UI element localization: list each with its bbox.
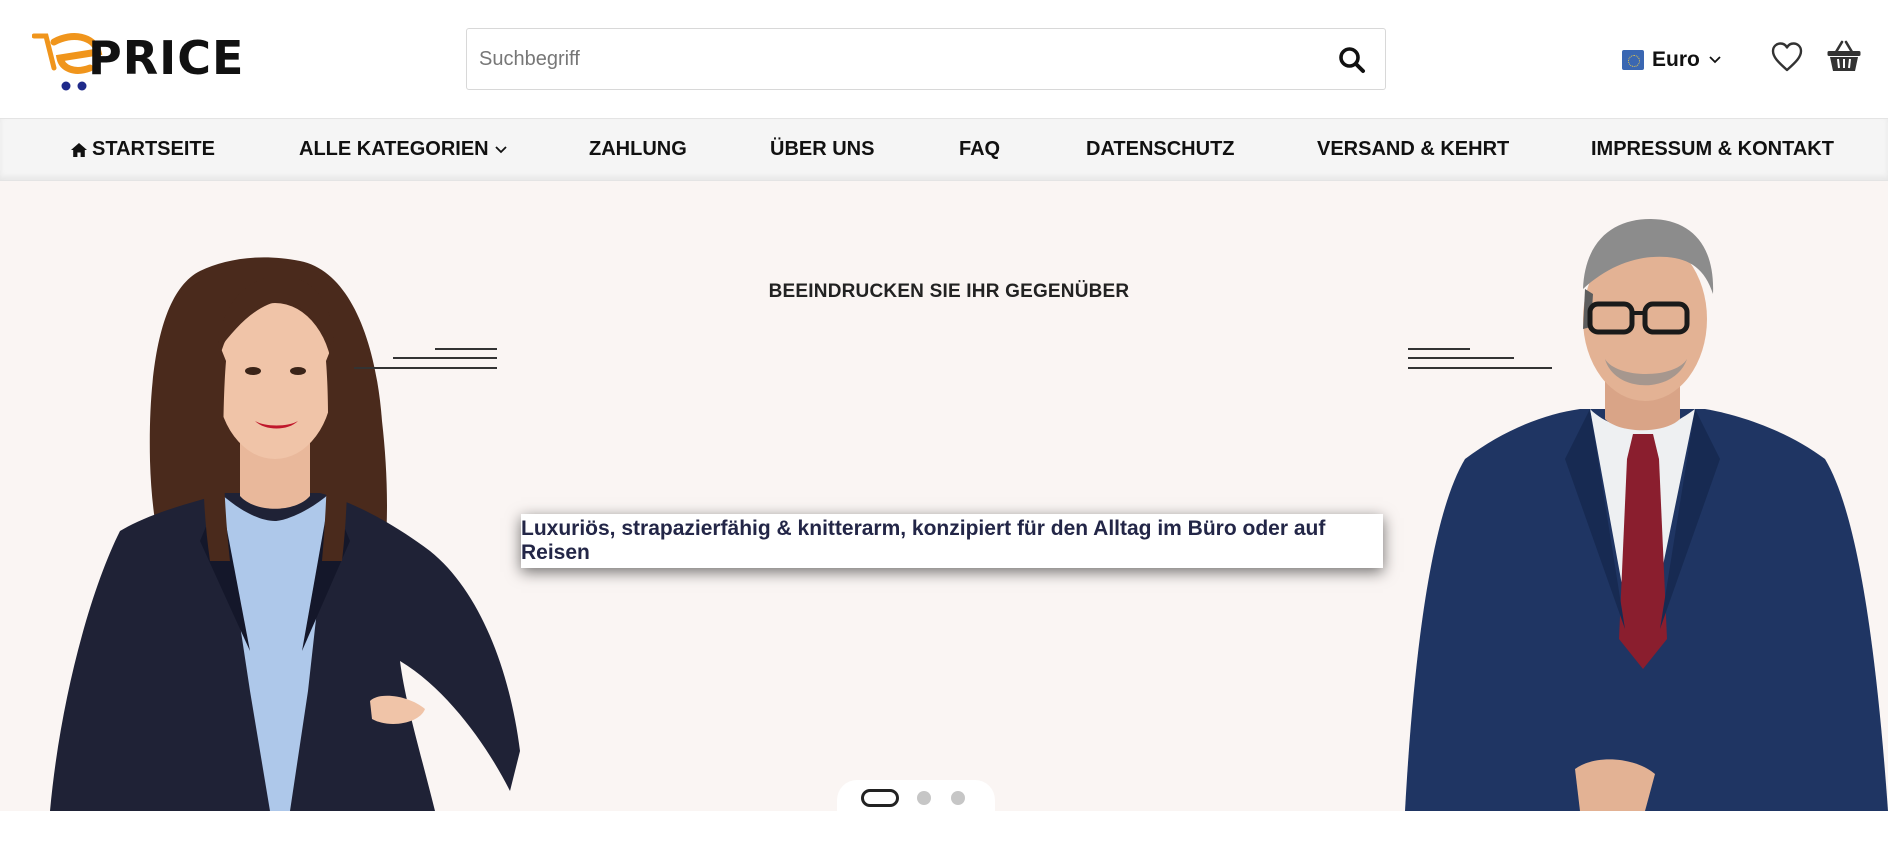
- home-icon: [71, 142, 87, 157]
- basket-icon[interactable]: [1826, 40, 1862, 74]
- nav-item-versand-kehrt[interactable]: VERSAND & KEHRT: [1317, 119, 1509, 180]
- slider-dot-3[interactable]: [951, 791, 965, 805]
- decoration-line: [354, 367, 497, 369]
- decoration-line: [1408, 348, 1470, 350]
- nav-item-startseite[interactable]: STARTSEITE: [70, 119, 215, 180]
- chevron-down-icon: [1709, 56, 1721, 64]
- decoration-line: [1408, 357, 1514, 359]
- hero-woman-image: [50, 257, 520, 811]
- site-header: PRICE Euro: [0, 0, 1888, 118]
- slider-pagination: [837, 780, 995, 820]
- currency-label: Euro: [1652, 48, 1700, 71]
- nav-item-label: VERSAND & KEHRT: [1317, 138, 1510, 160]
- decoration-line: [393, 357, 497, 359]
- nav-item-datenschutz[interactable]: DATENSCHUTZ: [1086, 119, 1235, 180]
- search-icon[interactable]: [1337, 45, 1367, 75]
- main-navigation: STARTSEITE ALLE KATEGORIEN ZAHLUNG ÜBER …: [0, 118, 1888, 181]
- hero-caption: Luxuriös, strapazierfähig & knitterarm, …: [521, 514, 1383, 568]
- nav-item-zahlung[interactable]: ZAHLUNG: [589, 119, 687, 180]
- slider-dot-2[interactable]: [917, 791, 931, 805]
- nav-item-label: ÜBER UNS: [770, 138, 875, 160]
- logo[interactable]: PRICE: [32, 28, 272, 94]
- chevron-down-icon: [495, 145, 507, 153]
- heart-icon[interactable]: [1770, 40, 1804, 74]
- hero-subtitle: BEEINDRUCKEN SIE IHR GEGENÜBER: [768, 281, 1130, 302]
- nav-item-ueber-uns[interactable]: ÜBER UNS: [770, 119, 874, 180]
- nav-item-label: STARTSEITE: [92, 138, 215, 160]
- search-input[interactable]: [479, 29, 1319, 89]
- nav-item-faq[interactable]: FAQ: [959, 119, 1000, 180]
- nav-item-impressum-kontakt[interactable]: IMPRESSUM & KONTAKT: [1591, 119, 1834, 180]
- slider-dot-1[interactable]: [861, 789, 899, 807]
- nav-item-label: ALLE KATEGORIEN: [299, 138, 489, 160]
- nav-item-label: FAQ: [959, 138, 1001, 160]
- hero-slider[interactable]: BEEINDRUCKEN SIE IHR GEGENÜBER Luxuriös,…: [0, 181, 1888, 811]
- decoration-line: [435, 348, 497, 350]
- decoration-line: [1408, 367, 1552, 369]
- nav-item-alle-kategorien[interactable]: ALLE KATEGORIEN: [299, 119, 512, 180]
- currency-selector[interactable]: Euro: [1622, 44, 1722, 76]
- euro-flag-icon: [1622, 50, 1644, 70]
- nav-item-label: DATENSCHUTZ: [1086, 138, 1235, 160]
- nav-item-label: ZAHLUNG: [589, 138, 687, 160]
- nav-item-label: IMPRESSUM & KONTAKT: [1591, 138, 1834, 160]
- search-bar: [466, 28, 1386, 90]
- logo-text: PRICE: [88, 31, 245, 85]
